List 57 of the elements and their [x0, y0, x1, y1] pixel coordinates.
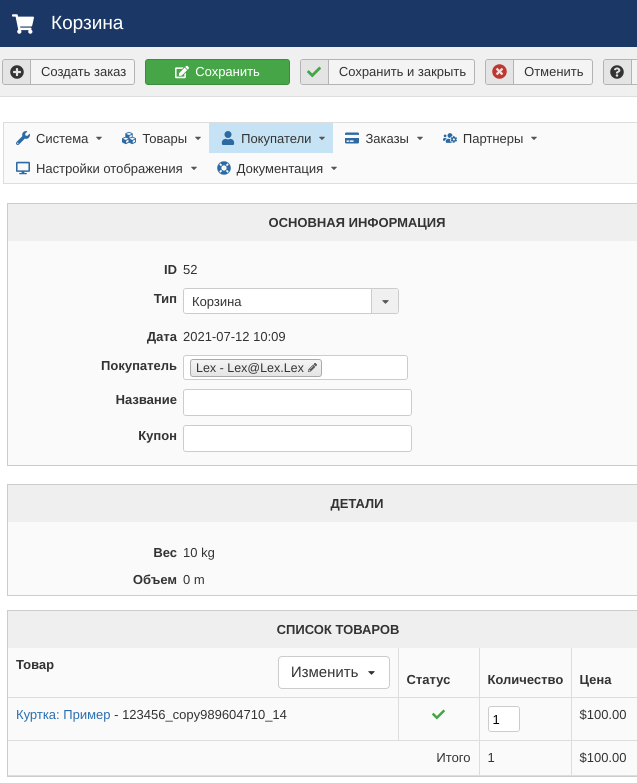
type-select[interactable]: Корзина [183, 288, 399, 314]
edit-dropdown-button[interactable]: Изменить [278, 656, 390, 689]
menu-item[interactable]: Покупатели [209, 123, 334, 153]
save-close-button[interactable]: Сохранить и закрыть [300, 58, 476, 84]
total-price: $100.00 [580, 750, 626, 765]
field-label: Название [114, 391, 177, 409]
field-value: 2021-07-12 10:09 [183, 328, 286, 346]
field-label: Покупатель [100, 357, 177, 375]
help-icon [610, 64, 624, 78]
menu-item[interactable]: Товары [110, 123, 210, 153]
monitor-icon [16, 161, 30, 175]
menu-item[interactable]: Партнеры [430, 123, 546, 153]
edit-icon [175, 64, 190, 78]
field-label: Вес [152, 544, 177, 562]
menu-item[interactable]: Документация [204, 153, 346, 183]
users-gear-icon [442, 131, 457, 145]
customer-field[interactable]: Lex - Lex@Lex.Lex [183, 355, 408, 380]
cubes-icon [122, 131, 136, 145]
total-label: Итого [436, 750, 470, 765]
pencil-icon [308, 363, 317, 372]
column-header: Цена [580, 672, 612, 687]
field-value: 10 kg [183, 544, 215, 562]
field-label: Купон [137, 427, 177, 445]
panel-header: ОСНОВНАЯ ИНФОРМАЦИЯ [8, 204, 637, 241]
cart-icon [12, 12, 34, 34]
price-value: $100.00 [580, 707, 626, 722]
product-text: Куртка: Пример - 123456_copy989604710_14 [16, 707, 287, 722]
total-quantity: 1 [488, 750, 495, 765]
text-input[interactable] [183, 389, 412, 416]
field-value: 0 m [183, 571, 205, 589]
customer-tag[interactable]: Lex - Lex@Lex.Lex [190, 358, 322, 376]
field-label: Объем [132, 571, 177, 589]
field-value: 52 [183, 261, 198, 279]
field-label: ID [163, 261, 177, 279]
text-input[interactable] [183, 425, 412, 452]
cancel-button[interactable]: Отменить [485, 58, 593, 84]
wrench-icon [16, 131, 30, 145]
page-title: Корзина [51, 12, 124, 36]
menu-item[interactable]: Заказы [333, 123, 431, 153]
panel-header: СПИСОК ТОВАРОВ [8, 611, 637, 648]
column-header: Товар [16, 656, 54, 674]
column-header: Количество [488, 672, 564, 687]
panel-header: ДЕТАЛИ [8, 485, 637, 522]
menu-item[interactable]: Настройки отображения [4, 153, 205, 183]
check-icon [307, 64, 322, 78]
product-link[interactable]: Куртка: Пример [16, 707, 110, 722]
field-label: Дата [146, 328, 177, 346]
quantity-input[interactable]: 1 [488, 706, 520, 732]
card-icon [345, 131, 360, 145]
column-header: Статус [406, 672, 450, 687]
plus-icon [10, 64, 24, 78]
field-label: Тип [152, 290, 177, 308]
user-icon [221, 131, 236, 145]
lifebuoy-icon [216, 161, 231, 175]
create-order-button[interactable]: Создать заказ [2, 58, 136, 84]
cancel-icon [492, 64, 508, 79]
menu-item[interactable]: Система [4, 123, 110, 153]
